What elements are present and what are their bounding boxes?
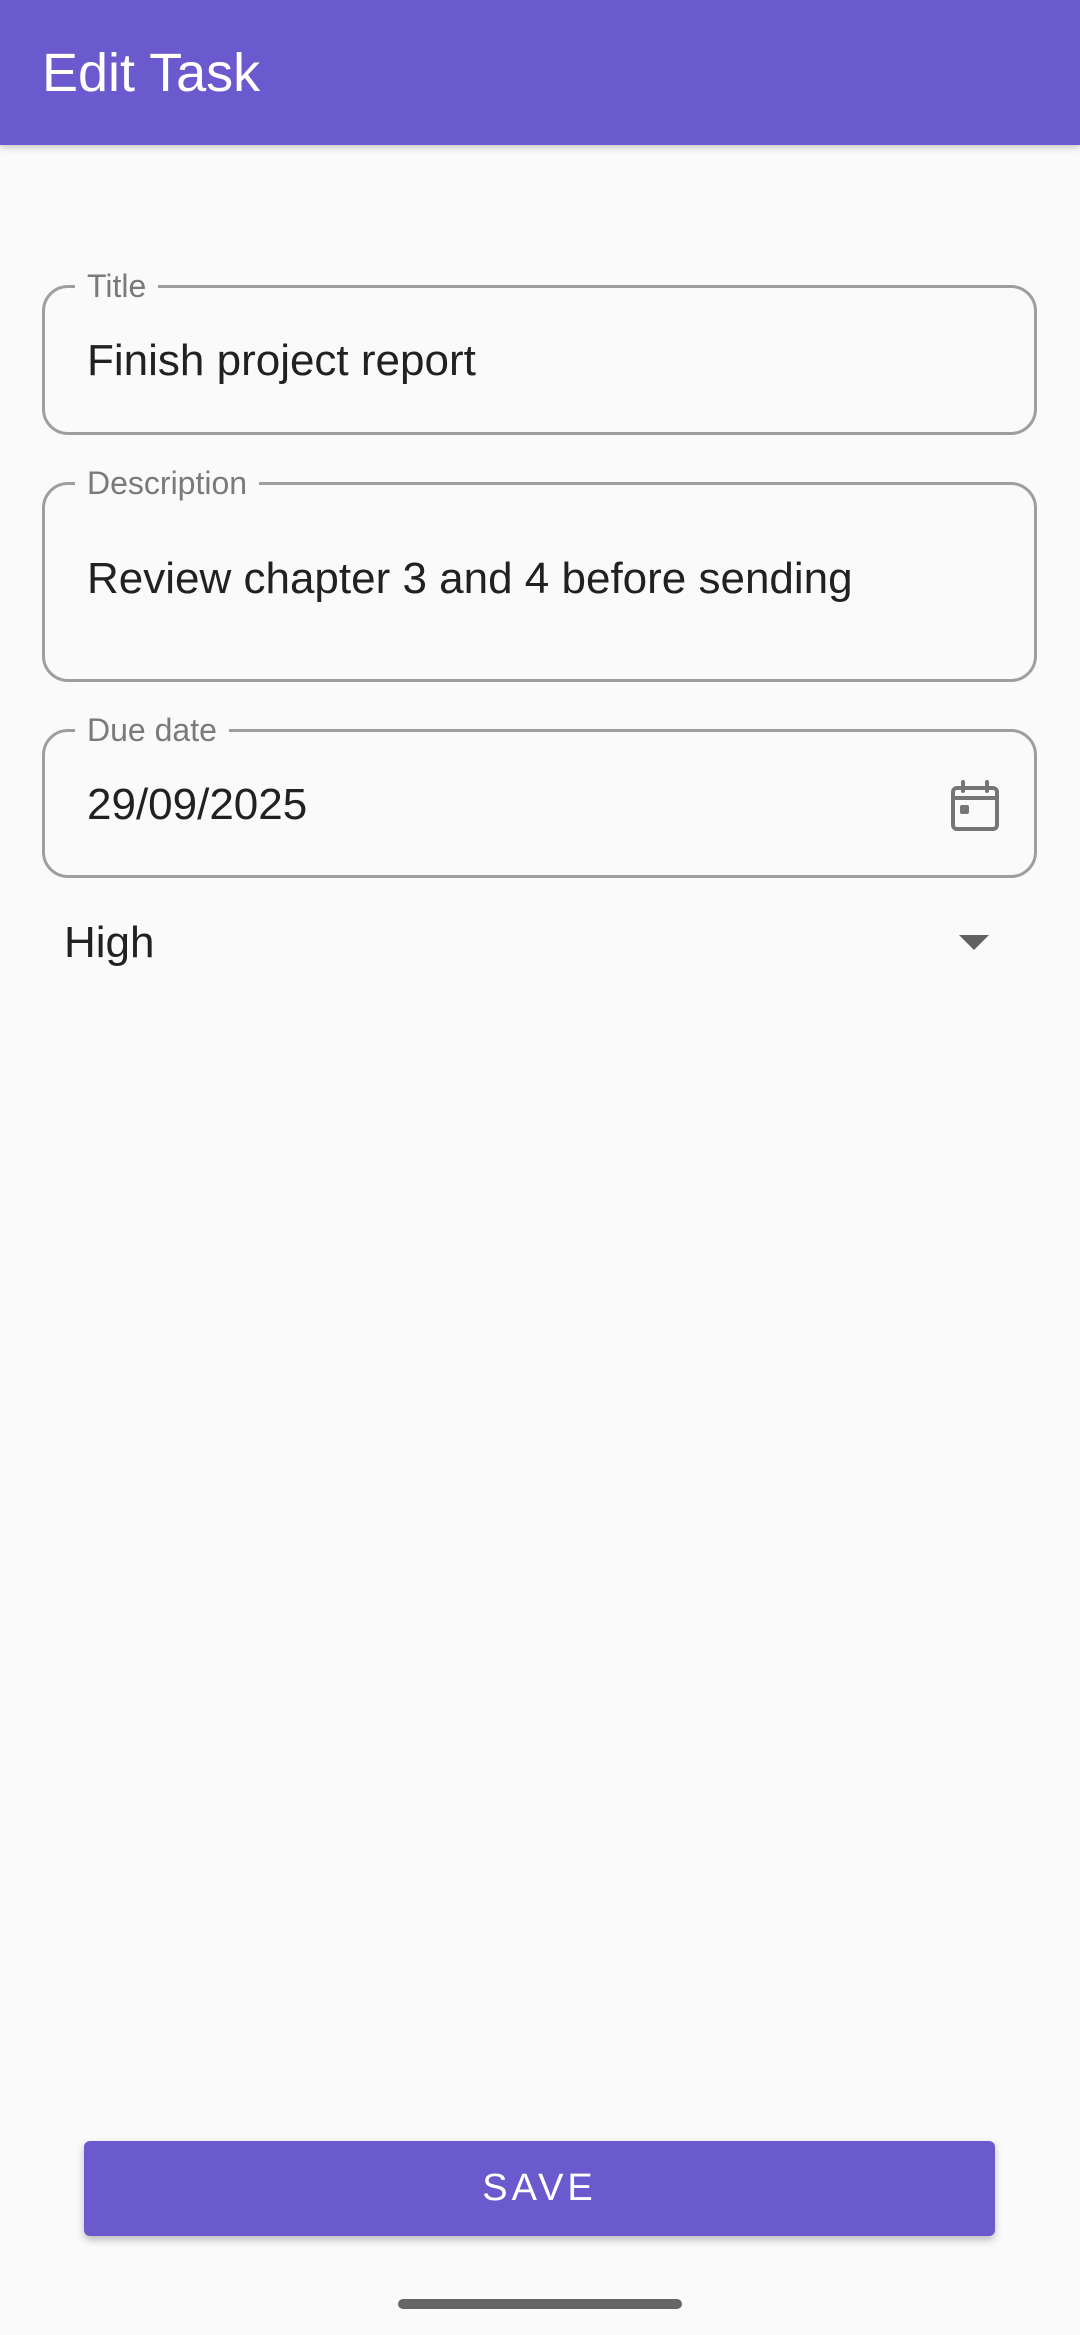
title-field[interactable]: Title Finish project report [42, 268, 1037, 435]
due-date-field-value[interactable]: 29/09/2025 [87, 779, 307, 831]
due-date-field-label: Due date [75, 712, 229, 748]
save-button[interactable]: SAVE [84, 2141, 995, 2236]
description-field-label: Description [75, 465, 260, 501]
gesture-bar[interactable] [398, 2299, 682, 2309]
priority-select-value[interactable]: High [64, 917, 155, 969]
page-title: Edit Task [42, 43, 261, 103]
description-field-value[interactable]: Review chapter 3 and 4 before sending [87, 553, 853, 605]
dropdown-arrow-icon[interactable] [959, 935, 989, 950]
calendar-icon[interactable] [950, 780, 1000, 832]
due-date-field[interactable]: Due date 29/09/2025 [42, 712, 1037, 878]
priority-select[interactable]: High [42, 905, 1037, 980]
app-bar: Edit Task [0, 0, 1080, 145]
title-field-value[interactable]: Finish project report [87, 335, 476, 387]
title-field-label: Title [75, 268, 159, 304]
description-field[interactable]: Description Review chapter 3 and 4 befor… [42, 465, 1037, 682]
